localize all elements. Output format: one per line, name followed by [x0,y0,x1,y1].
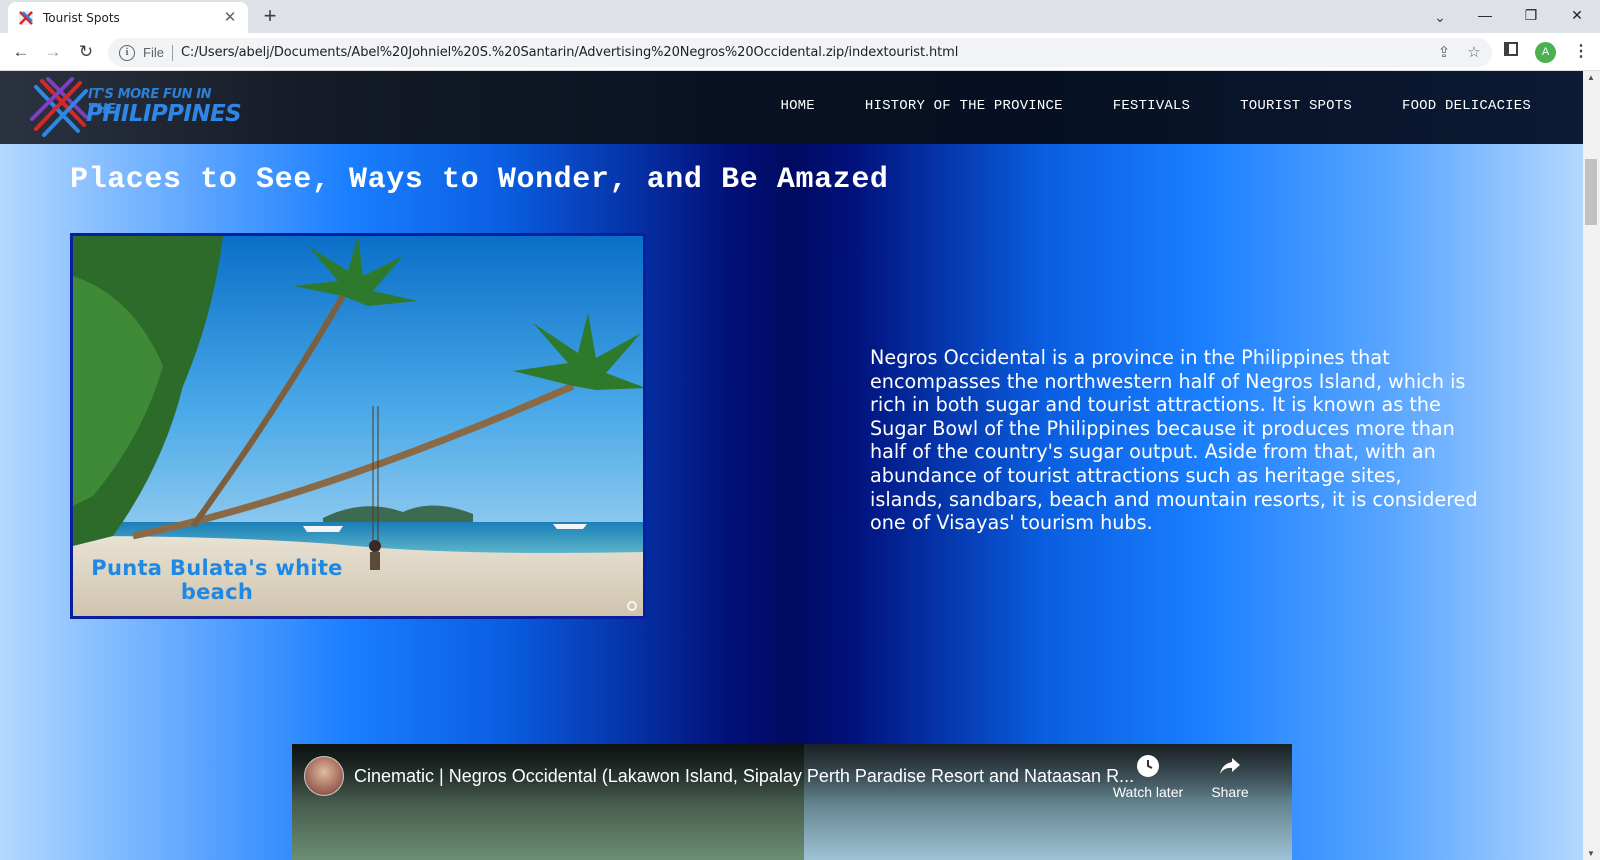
tab-search-icon[interactable]: ⌄ [1428,5,1452,29]
side-panel-icon[interactable] [1504,42,1518,56]
photo-caption: Punta Bulata's white beach [83,556,351,604]
browser-tab[interactable]: Tourist Spots ✕ [8,2,248,33]
forward-arrow-icon[interactable]: → [41,40,65,64]
beach-photo: Punta Bulata's white beach [70,233,646,619]
url-text[interactable]: C:/Users/abelj/Documents/Abel%20Johniel%… [181,45,958,60]
browser-toolbar: ← → ↻ i File C:/Users/abelj/Documents/Ab… [0,33,1600,71]
reload-icon[interactable]: ↻ [74,40,98,64]
main-nav: HOME HISTORY OF THE PROVINCE FESTIVALS T… [730,98,1531,114]
channel-avatar[interactable] [304,756,344,796]
profile-avatar[interactable]: A [1535,42,1556,63]
clock-icon [1137,755,1159,777]
nav-history[interactable]: HISTORY OF THE PROVINCE [865,98,1063,114]
address-bar[interactable]: i File C:/Users/abelj/Documents/Abel%20J… [108,38,1492,67]
video-title[interactable]: Cinematic | Negros Occidental (Lakawon I… [354,766,1134,787]
file-scheme-label: File [143,45,164,60]
nav-tourist-spots[interactable]: TOURIST SPOTS [1240,98,1352,114]
page-viewport: IT'S MORE FUN IN THE PHILIPPINES HOME HI… [0,71,1583,860]
page-scrollbar[interactable]: ▲ ▼ [1583,71,1600,860]
video-share-button[interactable]: Share [1190,754,1270,800]
tab-title: Tourist Spots [43,10,120,25]
window-restore-button[interactable]: ❐ [1508,0,1554,30]
logo-wordmark: PHILIPPINES [86,101,242,127]
watch-later-label: Watch later [1112,784,1184,800]
star-icon[interactable]: ☆ [1464,43,1484,61]
philippines-logo-mark-icon [30,77,88,137]
province-description: Negros Occidental is a province in the P… [870,346,1478,535]
info-icon[interactable]: i [119,44,135,61]
embedded-video-player[interactable]: Cinematic | Negros Occidental (Lakawon I… [292,744,1292,860]
scroll-down-arrow-icon[interactable]: ▼ [1587,849,1595,858]
window-minimize-button[interactable]: — [1462,0,1508,30]
photo-caption-line-1: Punta Bulata's white [91,556,343,580]
site-logo[interactable]: IT'S MORE FUN IN THE PHILIPPINES [30,77,242,137]
new-tab-button[interactable]: + [258,5,282,29]
page-headline: Places to See, Ways to Wonder, and Be Am… [70,163,889,197]
tab-close-icon[interactable]: ✕ [222,9,238,26]
share-arrow-icon [1220,758,1240,774]
photo-caption-line-2: beach [180,580,254,604]
browser-tab-strip: Tourist Spots ✕ + ⌄ — ❐ ✕ [0,0,1600,33]
address-separator [171,44,173,61]
scrollbar-thumb[interactable] [1585,159,1597,225]
site-favicon-icon [19,10,33,25]
site-header: IT'S MORE FUN IN THE PHILIPPINES HOME HI… [0,71,1583,144]
nav-food-delicacies[interactable]: FOOD DELICACIES [1402,98,1531,114]
watermark-icon [627,601,637,611]
share-icon[interactable]: ⇪ [1434,43,1454,61]
nav-festivals[interactable]: FESTIVALS [1113,98,1190,114]
nav-home[interactable]: HOME [780,98,814,114]
share-label: Share [1211,784,1249,800]
window-close-button[interactable]: ✕ [1554,0,1600,30]
back-arrow-icon[interactable]: ← [9,40,33,64]
watch-later-button[interactable]: Watch later [1108,754,1188,800]
scroll-up-arrow-icon[interactable]: ▲ [1587,73,1595,82]
kebab-menu-icon[interactable]: ⋮ [1573,41,1589,63]
